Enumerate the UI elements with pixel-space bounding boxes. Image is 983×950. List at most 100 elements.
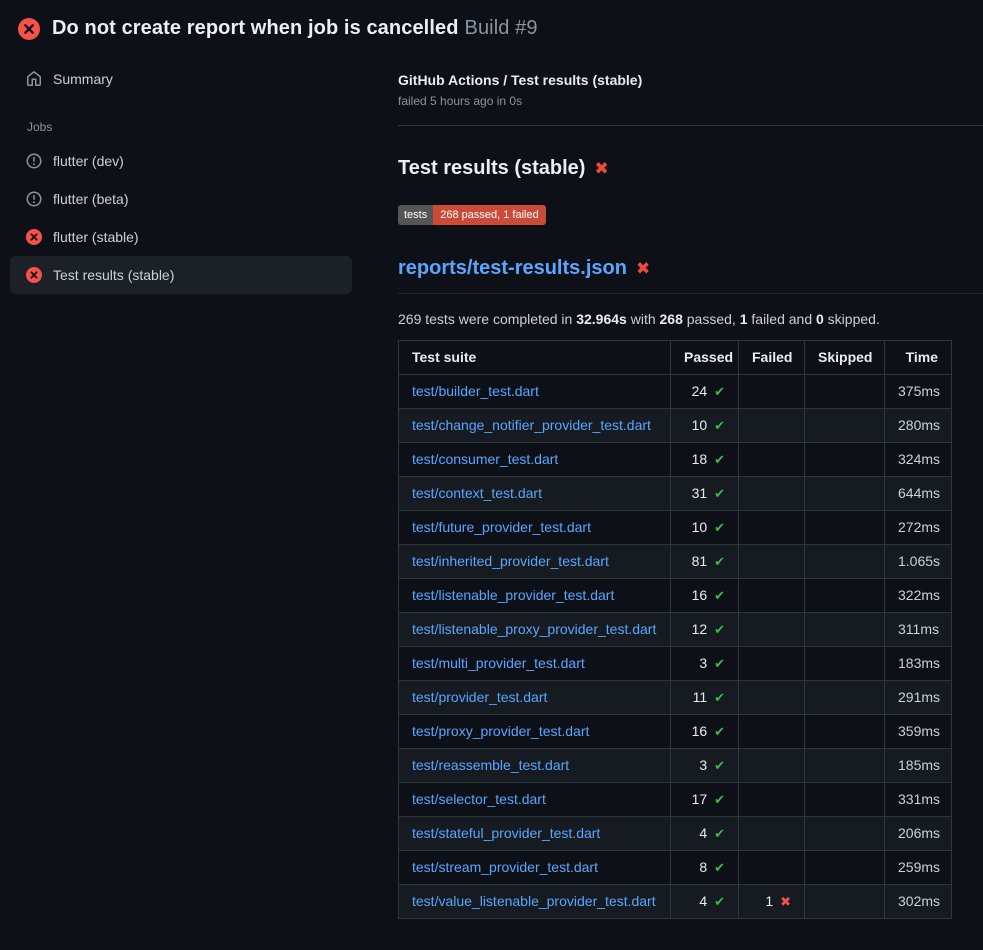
suite-cell: test/value_listenable_provider_test.dart: [399, 885, 671, 919]
summary-segment: 0: [816, 311, 824, 327]
suite-link[interactable]: test/proxy_provider_test.dart: [412, 723, 589, 739]
time-cell: 206ms: [885, 817, 952, 851]
jobs-section-label: Jobs: [27, 120, 368, 134]
table-row: test/provider_test.dart11 ✔291ms: [399, 681, 952, 715]
suite-link[interactable]: test/multi_provider_test.dart: [412, 655, 585, 671]
suite-link[interactable]: test/builder_test.dart: [412, 383, 539, 399]
suite-link[interactable]: test/listenable_provider_test.dart: [412, 587, 614, 603]
table-row: test/builder_test.dart24 ✔375ms: [399, 375, 952, 409]
sidebar-job-test-results-stable[interactable]: Test results (stable): [10, 256, 352, 294]
suite-link[interactable]: test/reassemble_test.dart: [412, 757, 569, 773]
time-cell: 324ms: [885, 443, 952, 477]
suite-link[interactable]: test/future_provider_test.dart: [412, 519, 591, 535]
passed-cell: 10 ✔: [671, 409, 739, 443]
failed-cell: [739, 851, 805, 885]
suite-link[interactable]: test/value_listenable_provider_test.dart: [412, 893, 656, 909]
column-header-passed: Passed: [671, 341, 739, 375]
suite-link[interactable]: test/listenable_proxy_provider_test.dart: [412, 621, 656, 637]
run-meta: failed 5 hours ago in 0s: [398, 94, 983, 108]
time-cell: 1.065s: [885, 545, 952, 579]
table-row: test/proxy_provider_test.dart 16 ✔ 359ms: [399, 715, 952, 749]
suite-cell: test/context_test.dart: [399, 477, 671, 511]
breadcrumb: GitHub Actions / Test results (stable): [398, 62, 983, 88]
cross-icon: ✖: [636, 260, 650, 277]
job-label: flutter (stable): [53, 229, 139, 245]
suite-link[interactable]: test/inherited_provider_test.dart: [412, 553, 609, 569]
suite-link[interactable]: test/context_test.dart: [412, 485, 542, 501]
sidebar-job-flutter-beta[interactable]: flutter (beta): [10, 180, 352, 218]
check-title-text: Test results (stable): [398, 157, 585, 180]
suite-link[interactable]: test/stream_provider_test.dart: [412, 859, 598, 875]
job-label: flutter (beta): [53, 191, 128, 207]
skipped-cell: [805, 443, 885, 477]
time-cell: 183ms: [885, 647, 952, 681]
passed-cell: 31 ✔: [671, 477, 739, 511]
time-cell: 644ms: [885, 477, 952, 511]
passed-cell: 18 ✔: [671, 443, 739, 477]
failed-cell: [739, 681, 805, 715]
failed-status-icon: [18, 18, 40, 40]
time-cell: 375ms: [885, 375, 952, 409]
suite-cell: test/consumer_test.dart: [399, 443, 671, 477]
page-header: Do not create report when job is cancell…: [0, 0, 983, 48]
table-row: test/context_test.dart 31 ✔ 644ms: [399, 477, 952, 511]
alert-circle-icon: [26, 153, 42, 169]
jobs-list: flutter (dev) flutter (beta) flutter (stab…: [0, 142, 368, 294]
time-cell: 331ms: [885, 783, 952, 817]
passed-cell: 3 ✔: [671, 749, 739, 783]
suite-link[interactable]: test/consumer_test.dart: [412, 451, 558, 467]
suite-link[interactable]: test/provider_test.dart: [412, 689, 547, 705]
skipped-cell: [805, 817, 885, 851]
skipped-cell: [805, 885, 885, 919]
skipped-cell: [805, 647, 885, 681]
x-circle-icon: [26, 229, 42, 245]
column-header-time: Time: [885, 341, 952, 375]
passed-cell: 16 ✔: [671, 579, 739, 613]
table-header-row: Test suitePassedFailedSkippedTime: [399, 341, 952, 375]
failed-cell: [739, 613, 805, 647]
column-header-test-suite: Test suite: [399, 341, 671, 375]
suite-cell: test/reassemble_test.dart: [399, 749, 671, 783]
suite-cell: test/selector_test.dart: [399, 783, 671, 817]
suite-cell: test/listenable_proxy_provider_test.dart: [399, 613, 671, 647]
summary-segment: skipped.: [824, 311, 880, 327]
sidebar-job-flutter-stable[interactable]: flutter (stable): [10, 218, 352, 256]
time-cell: 322ms: [885, 579, 952, 613]
suite-link[interactable]: test/change_notifier_provider_test.dart: [412, 417, 651, 433]
summary-segment: 268: [660, 311, 683, 327]
failed-cell: [739, 409, 805, 443]
passed-cell: 16 ✔: [671, 715, 739, 749]
passed-cell: 11 ✔: [671, 681, 739, 715]
passed-cell: 17 ✔: [671, 783, 739, 817]
failed-cell: [739, 647, 805, 681]
passed-cell: 10 ✔: [671, 511, 739, 545]
results-table: Test suitePassedFailedSkippedTime test/b…: [398, 340, 952, 919]
suite-link[interactable]: test/selector_test.dart: [412, 791, 546, 807]
sidebar-item-summary[interactable]: Summary: [10, 60, 352, 98]
failed-cell: [739, 715, 805, 749]
failed-cell: [739, 545, 805, 579]
passed-cell: 12 ✔: [671, 613, 739, 647]
time-cell: 302ms: [885, 885, 952, 919]
page-title: Do not create report when job is cancell…: [52, 17, 538, 40]
suite-cell: test/proxy_provider_test.dart: [399, 715, 671, 749]
x-circle-icon: [26, 267, 42, 283]
badge-label: tests: [398, 205, 433, 225]
tests-badge: tests268 passed, 1 failed: [398, 205, 546, 225]
summary-segment: with: [627, 311, 660, 327]
layout: Summary Jobs flutter (dev) flutter (beta)…: [0, 48, 983, 950]
report-link[interactable]: reports/test-results.json: [398, 257, 627, 280]
main-content: GitHub Actions / Test results (stable) f…: [368, 48, 983, 950]
time-cell: 359ms: [885, 715, 952, 749]
suite-cell: test/change_notifier_provider_test.dart: [399, 409, 671, 443]
table-row: test/stream_provider_test.dart8 ✔259ms: [399, 851, 952, 885]
failed-cell: [739, 511, 805, 545]
badge-value: 268 passed, 1 failed: [433, 205, 545, 225]
check-icon: ✔: [714, 588, 725, 603]
table-row: test/multi_provider_test.dart3 ✔183ms: [399, 647, 952, 681]
check-icon: ✔: [714, 554, 725, 569]
failed-cell: [739, 579, 805, 613]
suite-link[interactable]: test/stateful_provider_test.dart: [412, 825, 600, 841]
report-heading: reports/test-results.json ✖: [398, 257, 983, 294]
sidebar-job-flutter-dev[interactable]: flutter (dev): [10, 142, 352, 180]
